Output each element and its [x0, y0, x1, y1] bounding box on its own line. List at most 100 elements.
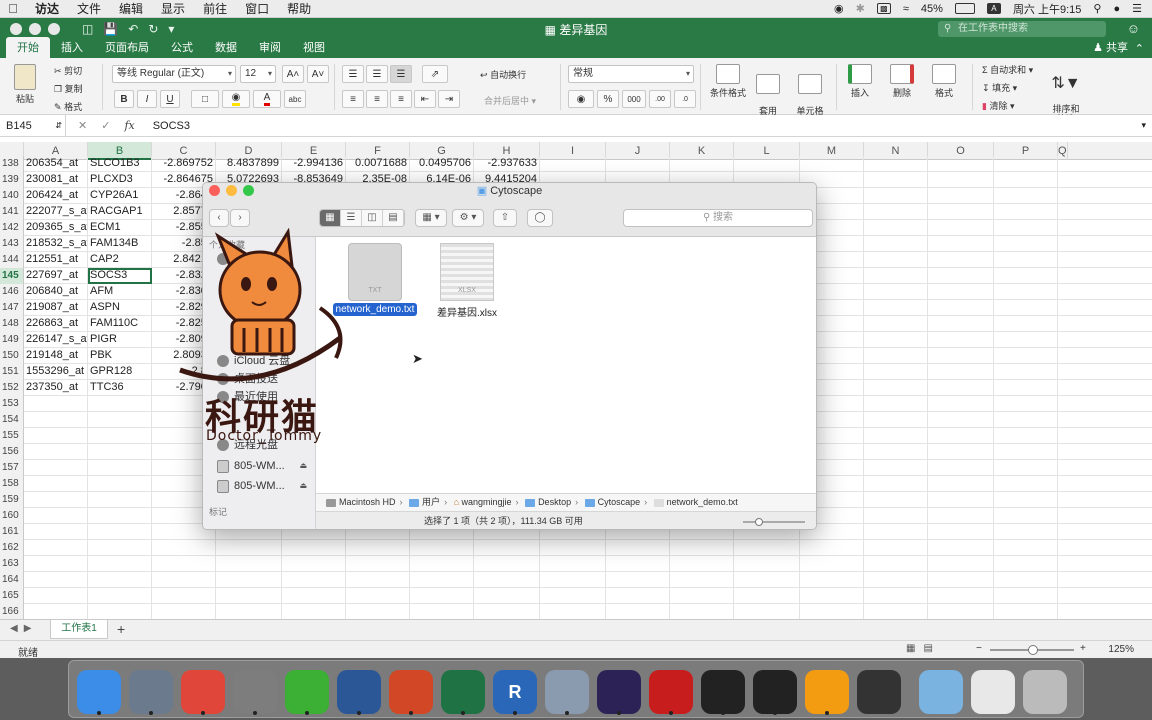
cell[interactable]: 0.0495706	[410, 156, 474, 172]
cell[interactable]: PIGR	[88, 332, 152, 348]
row-header[interactable]: 166	[0, 604, 24, 619]
cell[interactable]	[864, 444, 928, 460]
back-icon[interactable]: ‹	[209, 209, 229, 227]
terminal-icon[interactable]	[701, 670, 745, 714]
cell[interactable]	[24, 508, 88, 524]
cell[interactable]: PLCXD3	[88, 172, 152, 188]
cell[interactable]	[994, 444, 1058, 460]
cell[interactable]: -2.937633	[474, 156, 540, 172]
cell[interactable]	[928, 556, 994, 572]
notification-icon[interactable]: ☰	[1132, 2, 1142, 15]
cell[interactable]	[88, 572, 152, 588]
menu-help[interactable]: 帮助	[278, 0, 320, 17]
cell[interactable]	[928, 172, 994, 188]
cell[interactable]: 226863_at	[24, 316, 88, 332]
excel-icon[interactable]	[441, 670, 485, 714]
cell[interactable]	[864, 428, 928, 444]
cell[interactable]	[994, 508, 1058, 524]
feedback-icon[interactable]: ☺	[1127, 21, 1140, 36]
cell[interactable]	[928, 316, 994, 332]
cell[interactable]	[410, 604, 474, 619]
cell[interactable]: ASPN	[88, 300, 152, 316]
cell[interactable]	[282, 604, 346, 619]
row-header[interactable]: 157	[0, 460, 24, 476]
tab-review[interactable]: 审阅	[248, 37, 292, 58]
cell[interactable]	[152, 556, 216, 572]
cell[interactable]	[152, 604, 216, 619]
cell[interactable]	[864, 380, 928, 396]
cell[interactable]	[734, 156, 800, 172]
icon-size-knob[interactable]	[755, 518, 763, 526]
number-format-select[interactable]: 常规 ▾	[568, 65, 694, 83]
cell[interactable]	[216, 588, 282, 604]
menu-window[interactable]: 窗口	[236, 0, 278, 17]
cell[interactable]	[994, 316, 1058, 332]
cell[interactable]	[670, 156, 734, 172]
row-header[interactable]: 162	[0, 540, 24, 556]
decrease-decimal-icon[interactable]: .0	[674, 90, 696, 108]
cell[interactable]	[864, 172, 928, 188]
increase-decimal-icon[interactable]: .00	[649, 90, 671, 108]
cell[interactable]	[670, 540, 734, 556]
cell[interactable]	[346, 588, 410, 604]
cell[interactable]	[540, 156, 606, 172]
chrome-icon[interactable]	[181, 670, 225, 714]
cell[interactable]	[216, 556, 282, 572]
row-header[interactable]: 154	[0, 412, 24, 428]
cell[interactable]	[474, 588, 540, 604]
cell[interactable]	[928, 348, 994, 364]
cell[interactable]	[864, 204, 928, 220]
cell[interactable]	[410, 572, 474, 588]
cell[interactable]	[800, 572, 864, 588]
cell[interactable]	[24, 396, 88, 412]
row-header[interactable]: 138	[0, 156, 24, 172]
cell[interactable]	[928, 332, 994, 348]
trash-icon[interactable]	[1023, 670, 1067, 714]
row-header[interactable]: 142	[0, 220, 24, 236]
merge-center-button[interactable]: 合并后居中 ▾	[484, 94, 536, 107]
cell[interactable]	[928, 220, 994, 236]
cell[interactable]	[994, 412, 1058, 428]
path-hd[interactable]: Macintosh HD	[326, 497, 396, 507]
cut-button[interactable]: ✂ 剪切	[54, 62, 83, 80]
row-header[interactable]: 152	[0, 380, 24, 396]
forward-icon[interactable]: ›	[230, 209, 250, 227]
cell[interactable]	[928, 444, 994, 460]
tag-icon[interactable]: ◯	[527, 209, 553, 227]
cell[interactable]	[282, 572, 346, 588]
row-header[interactable]: 146	[0, 284, 24, 300]
battery-icon[interactable]	[954, 3, 975, 14]
align-right-icon[interactable]: ≡	[390, 90, 412, 108]
cell[interactable]	[994, 300, 1058, 316]
cell[interactable]	[864, 268, 928, 284]
cell[interactable]	[994, 268, 1058, 284]
finder-minimize-button[interactable]	[226, 185, 237, 196]
currency-icon[interactable]: ◉	[568, 90, 594, 108]
menu-app[interactable]: 访达	[26, 0, 68, 17]
border-icon[interactable]: □	[191, 90, 219, 108]
cell[interactable]	[216, 572, 282, 588]
function-icon[interactable]: fx	[124, 119, 134, 132]
cell[interactable]	[24, 412, 88, 428]
cell[interactable]	[928, 412, 994, 428]
cell[interactable]	[474, 556, 540, 572]
cell[interactable]	[994, 332, 1058, 348]
tab-home[interactable]: 开始	[6, 37, 50, 58]
comma-icon[interactable]: 000	[622, 90, 646, 108]
cell[interactable]	[994, 588, 1058, 604]
tab-formulas[interactable]: 公式	[160, 37, 204, 58]
sheet-search-input[interactable]: ⚲ 在工作表中搜索	[938, 21, 1106, 37]
cell[interactable]	[864, 332, 928, 348]
cell[interactable]	[88, 556, 152, 572]
row-header[interactable]: 139	[0, 172, 24, 188]
cell[interactable]	[994, 492, 1058, 508]
tab-insert[interactable]: 插入	[50, 37, 94, 58]
cell[interactable]	[670, 556, 734, 572]
cell[interactable]: 209365_s_at	[24, 220, 88, 236]
cell[interactable]	[540, 604, 606, 619]
row-header[interactable]: 150	[0, 348, 24, 364]
cell[interactable]	[606, 604, 670, 619]
cell[interactable]	[994, 252, 1058, 268]
finder-close-button[interactable]	[209, 185, 220, 196]
cell[interactable]: 219148_at	[24, 348, 88, 364]
